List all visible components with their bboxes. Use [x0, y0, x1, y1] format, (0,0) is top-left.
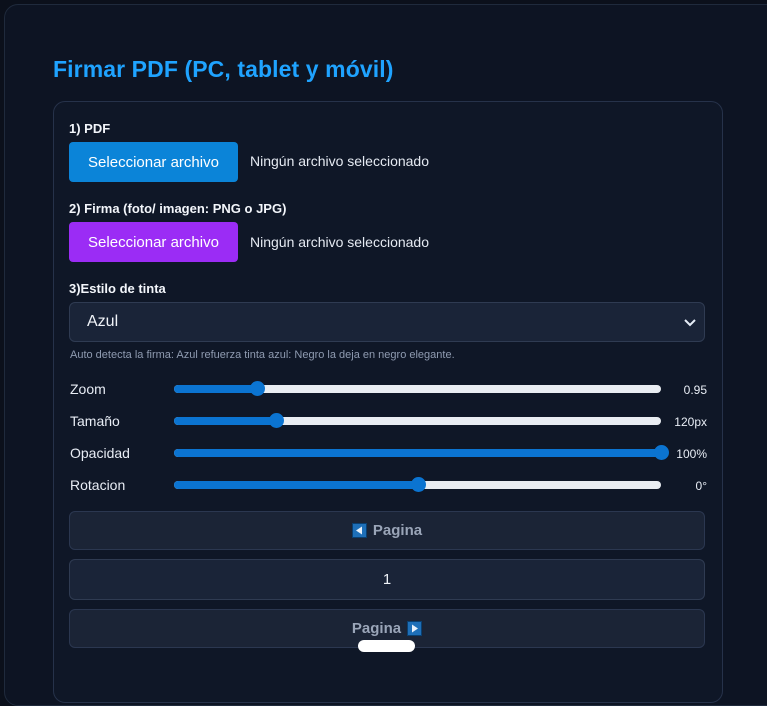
size-slider-fill [174, 417, 277, 425]
prev-page-button[interactable]: Pagina [69, 511, 705, 550]
opacity-slider-fill [174, 449, 661, 457]
scroll-handle[interactable] [358, 640, 415, 652]
arrow-left-icon [351, 523, 367, 538]
zoom-slider-fill [174, 385, 257, 393]
rotation-slider-thumb[interactable] [410, 477, 426, 492]
opacity-slider-thumb[interactable] [654, 445, 669, 460]
page-number-value: 1 [382, 571, 392, 588]
zoom-slider[interactable] [174, 381, 661, 396]
chevron-down-icon [684, 319, 696, 327]
page-title: Firmar PDF (PC, tablet y móvil) [53, 56, 394, 82]
pdf-label: 1) PDF [69, 121, 111, 136]
ink-style-hint: Auto detecta la firma: Azul refuerza tin… [70, 349, 455, 361]
size-label: Tamaño [70, 413, 120, 429]
rotation-value: 0° [695, 479, 707, 493]
opacity-label: Opacidad [70, 445, 130, 461]
ink-style-value: Azul [87, 313, 119, 330]
signature-file-status: Ningún archivo seleccionado [250, 234, 429, 250]
ink-style-label: 3)Estilo de tinta [69, 281, 166, 296]
prev-page-label: Pagina [372, 522, 423, 539]
rotation-slider-fill [174, 481, 418, 489]
arrow-right-icon [407, 621, 423, 636]
zoom-value: 0.95 [683, 383, 707, 397]
opacity-value: 100% [676, 447, 707, 461]
next-page-label: Pagina [351, 620, 402, 637]
ink-style-select[interactable]: Azul [69, 302, 705, 342]
signature-label: 2) Firma (foto/ imagen: PNG o JPG) [69, 201, 287, 216]
zoom-label: Zoom [70, 381, 106, 397]
size-value: 120px [674, 415, 707, 429]
rotation-label: Rotacion [70, 477, 126, 493]
opacity-slider[interactable] [174, 445, 669, 460]
select-pdf-button[interactable]: Seleccionar archivo [69, 142, 238, 182]
pdf-file-status: Ningún archivo seleccionado [250, 153, 429, 169]
page-number-field[interactable]: 1 [69, 559, 705, 600]
rotation-slider[interactable] [174, 477, 661, 492]
zoom-slider-thumb[interactable] [249, 381, 265, 396]
size-slider[interactable] [174, 413, 661, 428]
select-signature-button[interactable]: Seleccionar archivo [69, 222, 238, 262]
